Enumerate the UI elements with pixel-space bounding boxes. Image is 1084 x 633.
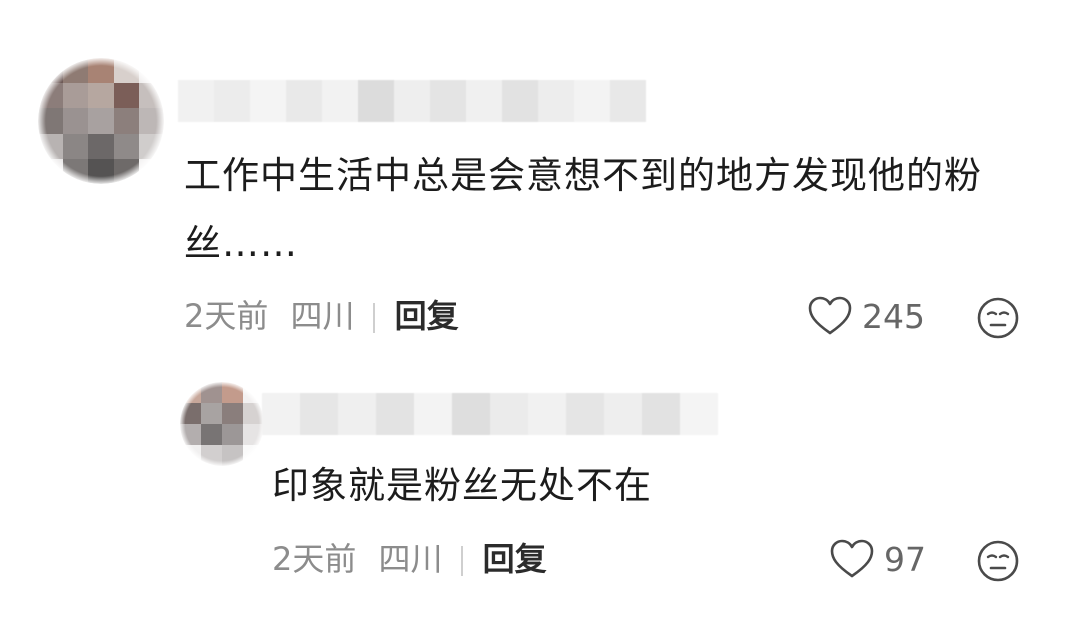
mosaic-block	[642, 393, 680, 435]
divider	[460, 546, 463, 576]
heart-outline-icon	[830, 539, 874, 579]
avatar-pixel	[113, 158, 139, 184]
avatar-pixel	[63, 83, 89, 109]
avatar-pixel	[63, 133, 89, 159]
avatar-pixel	[180, 445, 201, 466]
avatar-pixel	[222, 382, 243, 403]
avatar-pixel	[63, 108, 89, 134]
divider	[372, 303, 375, 333]
avatar-pixel	[88, 83, 114, 109]
mosaic-block	[680, 393, 718, 435]
neutral-face-icon	[976, 540, 1020, 587]
mosaic-block	[250, 80, 286, 122]
mosaic-block	[466, 80, 502, 122]
avatar-pixel	[138, 108, 164, 134]
reply-username-blurred[interactable]	[262, 393, 718, 435]
avatar-pixel	[201, 445, 222, 466]
reply-like-count: 97	[884, 539, 926, 579]
avatar-pixel	[180, 424, 201, 445]
reply-reply-button[interactable]: 回复	[483, 540, 547, 578]
avatar-pixel	[38, 158, 64, 184]
avatar-pixel	[88, 158, 114, 184]
avatar-pixel	[113, 133, 139, 159]
comment-text: 工作中生活中总是会意想不到的地方发现他的粉丝……	[184, 154, 982, 265]
avatar-pixel	[243, 424, 264, 445]
mosaic-block	[574, 80, 610, 122]
avatar-pixel	[38, 83, 64, 109]
like-count: 245	[862, 296, 925, 336]
comment-meta: 2天前 四川 回复	[184, 296, 459, 336]
avatar-pixel	[113, 58, 139, 84]
mosaic-block	[604, 393, 642, 435]
mosaic-block	[452, 393, 490, 435]
reply-location: 四川	[378, 540, 443, 578]
like-button[interactable]: 245	[808, 296, 925, 336]
avatar-pixel	[88, 58, 114, 84]
reply-like-button[interactable]: 97	[830, 539, 926, 579]
mosaic-block	[414, 393, 452, 435]
mosaic-block	[490, 393, 528, 435]
heart-outline-icon	[808, 296, 852, 336]
avatar-pixel	[201, 382, 222, 403]
avatar-pixel	[180, 403, 201, 424]
mosaic-block	[178, 80, 214, 122]
mosaic-block	[430, 80, 466, 122]
mosaic-block	[566, 393, 604, 435]
avatar-pixel	[222, 445, 243, 466]
mosaic-block	[538, 80, 574, 122]
location: 四川	[290, 297, 355, 335]
avatar-pixel	[88, 108, 114, 134]
avatar-pixel	[88, 133, 114, 159]
mosaic-block	[286, 80, 322, 122]
mosaic-block	[610, 80, 646, 122]
mosaic-block	[262, 393, 300, 435]
mosaic-block	[338, 393, 376, 435]
reply-timestamp: 2天前	[272, 540, 357, 578]
avatar-pixel	[243, 403, 264, 424]
mosaic-block	[300, 393, 338, 435]
avatar-pixel	[113, 108, 139, 134]
avatar-pixel	[63, 58, 89, 84]
reply-button[interactable]: 回复	[395, 297, 459, 335]
avatar-pixel	[180, 382, 201, 403]
avatar-pixel	[63, 158, 89, 184]
avatar-pixel	[38, 133, 64, 159]
avatar-pixel	[38, 108, 64, 134]
avatar-pixel	[222, 403, 243, 424]
mosaic-block	[394, 80, 430, 122]
reply-react-emoji-button[interactable]	[976, 539, 1020, 587]
mosaic-block	[376, 393, 414, 435]
avatar-pixel	[138, 58, 164, 84]
avatar-pixel	[201, 424, 222, 445]
timestamp: 2天前	[184, 297, 269, 335]
mosaic-block	[214, 80, 250, 122]
reply-avatar[interactable]	[180, 382, 264, 466]
avatar-pixel	[138, 133, 164, 159]
mosaic-block	[502, 80, 538, 122]
avatar-pixel	[38, 58, 64, 84]
mosaic-block	[528, 393, 566, 435]
avatar-pixel	[138, 158, 164, 184]
mosaic-block	[358, 80, 394, 122]
neutral-face-icon	[976, 297, 1020, 344]
reply-text: 印象就是粉丝无处不在	[272, 464, 652, 507]
avatar-pixel	[243, 382, 264, 403]
avatar[interactable]	[38, 58, 164, 184]
avatar-pixel	[113, 83, 139, 109]
react-emoji-button[interactable]	[976, 296, 1020, 344]
reply-meta: 2天前 四川 回复	[272, 539, 547, 579]
avatar-pixel	[138, 83, 164, 109]
mosaic-block	[322, 80, 358, 122]
username-blurred[interactable]	[178, 80, 646, 122]
avatar-pixel	[222, 424, 243, 445]
avatar-pixel	[243, 445, 264, 466]
avatar-pixel	[201, 403, 222, 424]
